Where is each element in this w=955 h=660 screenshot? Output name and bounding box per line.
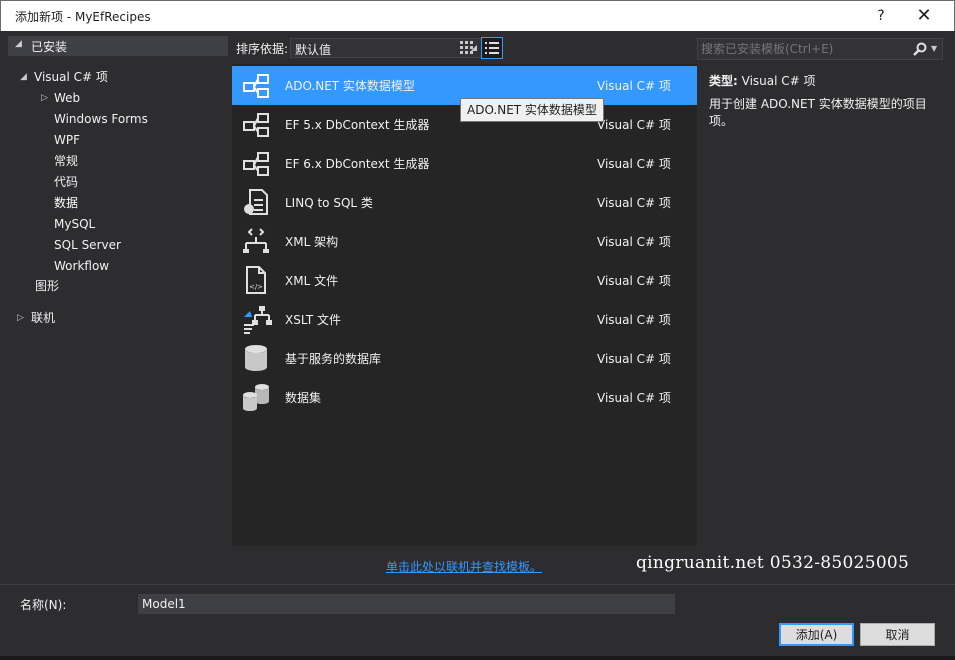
- category-tree: ◢ Visual C# 项 ▷ Web Windows Forms WPF 常规…: [8, 60, 228, 550]
- tree-item-label: 数据: [54, 196, 79, 210]
- template-type: Visual C# 项: [597, 79, 671, 93]
- name-input[interactable]: [138, 594, 675, 614]
- template-name: XSLT 文件: [285, 313, 342, 327]
- expanded-arrow-icon: ◢: [20, 72, 27, 82]
- tree-item-label: WPF: [54, 133, 81, 147]
- tree-item-graphics[interactable]: 图形: [35, 276, 59, 296]
- list-view-button[interactable]: [481, 37, 503, 59]
- sort-value: 默认值: [295, 43, 332, 57]
- template-name: XML 文件: [285, 274, 339, 288]
- template-name: EF 5.x DbContext 生成器: [285, 118, 430, 132]
- tree-item-code[interactable]: 代码: [54, 172, 78, 192]
- template-type: Visual C# 项: [597, 391, 671, 405]
- template-row-ef6[interactable]: EF 6.x DbContext 生成器 Visual C# 项: [232, 144, 697, 183]
- template-row-service-db[interactable]: 基于服务的数据库 Visual C# 项: [232, 339, 697, 378]
- template-row-xml-file[interactable]: </> XML 文件 Visual C# 项: [232, 261, 697, 300]
- svg-text:</>: </>: [249, 283, 263, 291]
- tree-item-general[interactable]: 常规: [54, 151, 78, 171]
- close-button[interactable]: ✕: [906, 3, 942, 29]
- template-name: 数据集: [285, 391, 322, 405]
- dataset-icon: [243, 384, 269, 411]
- template-type: Visual C# 项: [597, 157, 671, 171]
- linq-sql-icon: [244, 189, 268, 215]
- collapsed-arrow-icon: ▷: [17, 313, 24, 323]
- template-type: Visual C# 项: [597, 235, 671, 249]
- template-name: EF 6.x DbContext 生成器: [285, 157, 430, 171]
- xml-file-icon: </>: [246, 266, 266, 294]
- details-type-label: 类型:: [709, 74, 738, 88]
- template-name: 基于服务的数据库: [285, 352, 382, 366]
- xslt-file-icon: [244, 306, 272, 334]
- tree-item-data[interactable]: 数据: [54, 193, 78, 213]
- template-type: Visual C# 项: [597, 196, 671, 210]
- search-icon[interactable]: [912, 41, 928, 57]
- template-search[interactable]: ▼: [697, 38, 943, 60]
- collapse-arrow-icon: ◢: [15, 39, 22, 49]
- ef-generator-icon: [243, 152, 269, 176]
- window-bottom-edge: [0, 656, 955, 660]
- collapsed-arrow-icon: ▷: [41, 93, 48, 103]
- tree-item-visual-csharp[interactable]: ◢ Visual C# 项: [20, 67, 108, 87]
- name-label: 名称(N):: [20, 598, 67, 612]
- find-online-templates-link[interactable]: 单击此处以联机并查找模板。: [386, 558, 542, 575]
- tree-item-label: 常规: [54, 154, 79, 168]
- template-row-dataset[interactable]: 数据集 Visual C# 项: [232, 378, 697, 417]
- details-type-line: 类型: Visual C# 项: [709, 72, 816, 89]
- ef-generator-icon: [243, 113, 269, 137]
- template-type: Visual C# 项: [597, 313, 671, 327]
- installed-header[interactable]: ◢ 已安装: [8, 36, 228, 56]
- sort-toolbar: 排序依据: 默认值 ◢: [232, 36, 697, 60]
- watermark-text: qingruanit.net 0532-85025005: [636, 553, 910, 573]
- tree-item-label: Web: [54, 91, 81, 105]
- template-name: LINQ to SQL 类: [285, 196, 373, 210]
- tree-item-sql-server[interactable]: SQL Server: [54, 235, 121, 255]
- sort-dropdown[interactable]: 默认值 ◢: [290, 38, 482, 58]
- ado-entity-icon: [243, 74, 269, 98]
- grid-view-icon[interactable]: [458, 39, 476, 57]
- template-list: ADO.NET 实体数据模型 Visual C# 项 EF 5.x DbCont…: [232, 64, 697, 546]
- tree-item-wpf[interactable]: WPF: [54, 130, 80, 150]
- details-description: 用于创建 ADO.NET 实体数据模型的项目项。: [709, 97, 927, 128]
- tree-item-label: 联机: [31, 311, 56, 325]
- template-type: Visual C# 项: [597, 118, 671, 132]
- tree-item-web[interactable]: ▷ Web: [41, 88, 81, 108]
- tree-item-label: Workflow: [54, 259, 110, 273]
- installed-header-label: 已安装: [31, 40, 68, 54]
- tree-item-workflow[interactable]: Workflow: [54, 256, 109, 276]
- tree-item-mysql[interactable]: MySQL: [54, 214, 95, 234]
- tree-item-label: MySQL: [54, 217, 96, 231]
- details-type-value: Visual C# 项: [741, 74, 816, 88]
- template-name: ADO.NET 实体数据模型: [285, 79, 415, 93]
- tree-item-label: 代码: [54, 175, 79, 189]
- help-button[interactable]: ?: [869, 5, 893, 27]
- tree-item-online[interactable]: ▷ 联机: [17, 308, 56, 328]
- template-tooltip: ADO.NET 实体数据模型: [460, 98, 604, 122]
- template-type: Visual C# 项: [597, 274, 671, 288]
- tree-item-windows-forms[interactable]: Windows Forms: [54, 109, 148, 129]
- database-icon: [245, 345, 267, 371]
- template-type: Visual C# 项: [597, 352, 671, 366]
- tree-item-label: 图形: [35, 279, 60, 293]
- tree-item-label: SQL Server: [54, 238, 121, 252]
- add-button[interactable]: 添加(A): [779, 623, 854, 646]
- template-row-linq-sql[interactable]: LINQ to SQL 类 Visual C# 项: [232, 183, 697, 222]
- tree-item-label: Visual C# 项: [34, 70, 108, 84]
- sort-label: 排序依据:: [236, 42, 289, 56]
- tree-item-label: Windows Forms: [54, 112, 148, 126]
- window-title: 添加新项 - MyEfRecipes: [15, 10, 151, 24]
- title-bar: 添加新项 - MyEfRecipes ? ✕: [0, 0, 955, 31]
- xml-schema-icon: [243, 228, 269, 253]
- list-view-icon: [485, 42, 499, 54]
- cancel-button[interactable]: 取消: [860, 623, 935, 646]
- search-input[interactable]: [701, 41, 906, 57]
- template-name: XML 架构: [285, 235, 339, 249]
- template-row-xslt-file[interactable]: XSLT 文件 Visual C# 项: [232, 300, 697, 339]
- search-options-arrow-icon[interactable]: ▼: [931, 44, 937, 53]
- template-row-xml-schema[interactable]: XML 架构 Visual C# 项: [232, 222, 697, 261]
